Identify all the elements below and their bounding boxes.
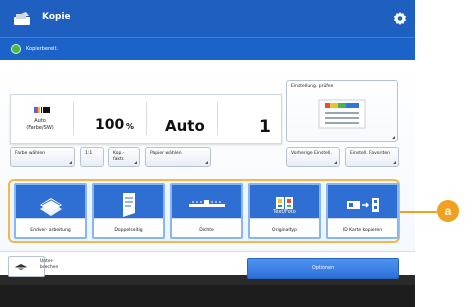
divider	[217, 102, 218, 135]
divider	[146, 102, 147, 135]
density-button[interactable]: Dichte	[170, 183, 243, 239]
copy-ratio-label: Kop.-faktr.	[113, 151, 125, 162]
copy-ratio-value: 100	[95, 117, 125, 133]
ratio-1-1-label: 1:1	[85, 151, 93, 156]
interrupt-label: Unter- brechen	[40, 259, 59, 270]
original-type-button[interactable]: Text/Foto Originaltyp	[248, 183, 321, 239]
finishing-button[interactable]: Endver- arbeitung	[14, 183, 87, 239]
gear-icon[interactable]	[392, 11, 408, 27]
corner-indicator-icon	[134, 161, 137, 164]
id-card-copy-button[interactable]: ID Karte kopieren	[326, 183, 399, 239]
paper-select-button[interactable]: Papier wählen	[145, 147, 211, 167]
corner-indicator-icon	[334, 161, 337, 164]
check-settings-label: Einstellung. prüfen	[291, 84, 334, 89]
finishing-label: Endver- arbeitung	[30, 228, 71, 233]
density-label: Dichte	[199, 228, 214, 233]
callout-line	[400, 211, 437, 213]
paper-select-label: Papier wählen	[150, 151, 182, 156]
paper-value: Auto	[165, 117, 205, 135]
settings-preview-icon	[318, 99, 366, 129]
screen-bottom-bar	[0, 285, 415, 307]
check-settings-button[interactable]: Einstellung. prüfen	[286, 80, 398, 142]
original-type-value: Text/Foto	[273, 209, 296, 215]
page-title: Kopie	[42, 12, 71, 22]
copy-count: 1	[259, 117, 271, 137]
corner-indicator-icon	[69, 161, 72, 164]
options-label: Optionen	[311, 266, 334, 271]
corner-indicator-icon	[392, 136, 395, 139]
previous-settings-label: Vorherige Einstell.	[291, 151, 332, 156]
status-text: Kopierbereit.	[26, 46, 58, 52]
duplex-label: Doppelseitig	[114, 228, 143, 233]
corner-indicator-icon	[393, 161, 396, 164]
title-bar: Kopie	[0, 0, 415, 37]
interrupt-icon	[15, 264, 27, 270]
duplex-icon	[94, 188, 163, 222]
copy-app-icon	[14, 12, 30, 25]
favorite-settings-button[interactable]: Einstell. Favoriten	[345, 147, 399, 167]
status-ready-icon	[11, 44, 21, 54]
copy-ratio-unit: %	[126, 122, 135, 131]
duplex-button[interactable]: Doppelseitig	[92, 183, 165, 239]
color-mode-icon	[34, 107, 50, 113]
status-bar	[0, 37, 415, 61]
favorite-settings-label: Einstell. Favoriten	[350, 151, 391, 156]
previous-settings-button[interactable]: Vorherige Einstell.	[286, 147, 340, 167]
finishing-icon	[16, 188, 85, 222]
corner-indicator-icon	[205, 161, 208, 164]
divider	[73, 102, 74, 135]
color-select-button[interactable]: Farbe wählen	[10, 147, 75, 167]
callout-a-badge: a	[437, 200, 459, 222]
id-card-copy-label: ID Karte kopieren	[342, 228, 383, 233]
color-mode-value: Auto (Farbe/SW)	[26, 118, 54, 131]
copy-ratio-button[interactable]: Kop.-faktr.	[108, 147, 140, 167]
id-card-copy-icon	[328, 188, 397, 222]
density-icon	[172, 188, 241, 222]
color-select-label: Farbe wählen	[15, 151, 45, 156]
ratio-1-1-button[interactable]: 1:1	[80, 147, 104, 167]
options-button[interactable]: Optionen	[247, 258, 399, 279]
original-type-icon	[250, 188, 319, 222]
copy-screen: Kopie Kopierbereit. Auto (Farbe/SW) 100 …	[0, 0, 415, 307]
original-type-label: Originaltyp	[272, 228, 297, 233]
